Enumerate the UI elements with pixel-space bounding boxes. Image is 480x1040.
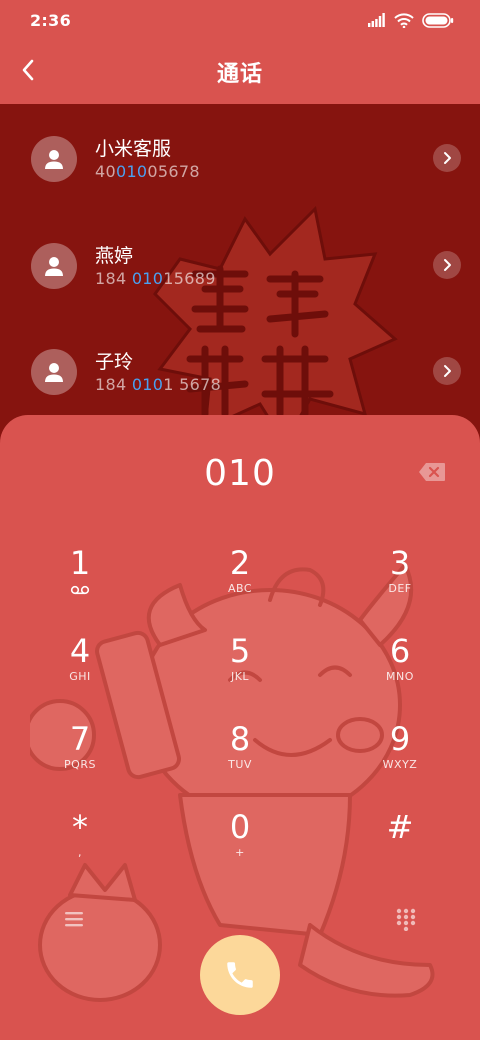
key-letters: , — [78, 846, 82, 859]
key-digit: 7 — [69, 720, 91, 758]
key-digit: * — [72, 808, 88, 846]
menu-button[interactable] — [60, 905, 88, 933]
key-digit: 5 — [229, 632, 251, 670]
dial-key-3[interactable]: 3 DEF — [350, 545, 450, 615]
contact-results-list: 小米客服 4001005678 燕婷 184 01015689 子玲 184 0… — [0, 104, 480, 434]
dial-key-1[interactable]: 1 — [30, 545, 130, 615]
status-time: 2:36 — [30, 11, 71, 30]
avatar — [31, 243, 77, 289]
wifi-icon — [394, 12, 414, 28]
top-bar: 2:36 通话 — [0, 0, 480, 104]
dial-key-star[interactable]: * , — [30, 809, 130, 879]
contact-number: 184 01015689 — [95, 269, 216, 288]
contact-number: 184 0101 5678 — [95, 375, 222, 394]
dialed-number-display[interactable]: 010 — [0, 453, 480, 494]
dial-key-hash[interactable]: # — [350, 809, 450, 879]
contact-name: 小米客服 — [95, 138, 172, 160]
dial-key-9[interactable]: 9 WXYZ — [350, 721, 450, 791]
avatar — [31, 349, 77, 395]
key-digit: 8 — [229, 720, 251, 758]
contact-item[interactable]: 子玲 184 0101 5678 — [0, 317, 480, 407]
key-digit: 1 — [69, 544, 91, 582]
page-title: 通话 — [216, 62, 263, 87]
battery-icon — [422, 12, 454, 28]
key-letters: TUV — [228, 758, 252, 771]
chevron-right-icon — [444, 365, 451, 377]
contact-item[interactable]: 小米客服 4001005678 — [0, 104, 480, 194]
key-letters: ABC — [227, 582, 253, 595]
key-letters: + — [235, 846, 245, 859]
key-digit: 4 — [69, 632, 91, 670]
chevron-right-icon — [444, 259, 451, 271]
contact-name: 燕婷 — [95, 245, 134, 267]
status-bar: 2:36 — [0, 0, 480, 40]
status-icons — [368, 12, 454, 28]
backspace-icon[interactable] — [418, 462, 446, 482]
person-icon — [45, 257, 63, 276]
person-icon — [45, 363, 63, 382]
person-icon — [45, 150, 63, 169]
chevron-right-icon — [444, 152, 451, 164]
avatar — [31, 136, 77, 182]
dial-key-0[interactable]: 0 + — [190, 809, 290, 879]
dial-key-7[interactable]: 7 PQRS — [30, 721, 130, 791]
dial-key-2[interactable]: 2 ABC — [190, 545, 290, 615]
contact-number: 4001005678 — [95, 162, 200, 181]
dialpad-toggle-button[interactable] — [392, 905, 420, 933]
key-digit: 3 — [389, 544, 411, 582]
contact-item[interactable]: 燕婷 184 01015689 — [0, 211, 480, 301]
key-letters: GHI — [69, 670, 91, 683]
dialpad-icon — [396, 908, 416, 931]
contact-detail-button[interactable] — [433, 357, 461, 385]
key-letters: JKL — [230, 670, 250, 683]
key-letters: DEF — [388, 582, 412, 595]
key-digit: 2 — [229, 544, 251, 582]
key-letters: PQRS — [64, 758, 96, 771]
key-letters: MNO — [386, 670, 414, 683]
contact-detail-button[interactable] — [433, 251, 461, 279]
key-digit: # — [386, 808, 414, 846]
key-digit: 0 — [229, 808, 251, 846]
contact-name: 子玲 — [95, 351, 134, 373]
dial-key-6[interactable]: 6 MNO — [350, 633, 450, 703]
key-digit: 9 — [389, 720, 411, 758]
call-button[interactable] — [200, 935, 280, 1015]
contact-detail-button[interactable] — [433, 144, 461, 172]
key-digit: 6 — [389, 632, 411, 670]
cellular-signal-icon — [368, 13, 385, 27]
dial-key-8[interactable]: 8 TUV — [190, 721, 290, 791]
dialpad-panel: 010 1 2 ABC 3 DEF 4 GHI 5 JKL 6 MNO 7 PQ… — [0, 415, 480, 1040]
dial-key-5[interactable]: 5 JKL — [190, 633, 290, 703]
voicemail-icon — [70, 585, 90, 595]
menu-icon — [65, 912, 83, 927]
phone-icon — [227, 962, 253, 988]
key-letters: WXYZ — [382, 758, 418, 771]
dial-key-4[interactable]: 4 GHI — [30, 633, 130, 703]
